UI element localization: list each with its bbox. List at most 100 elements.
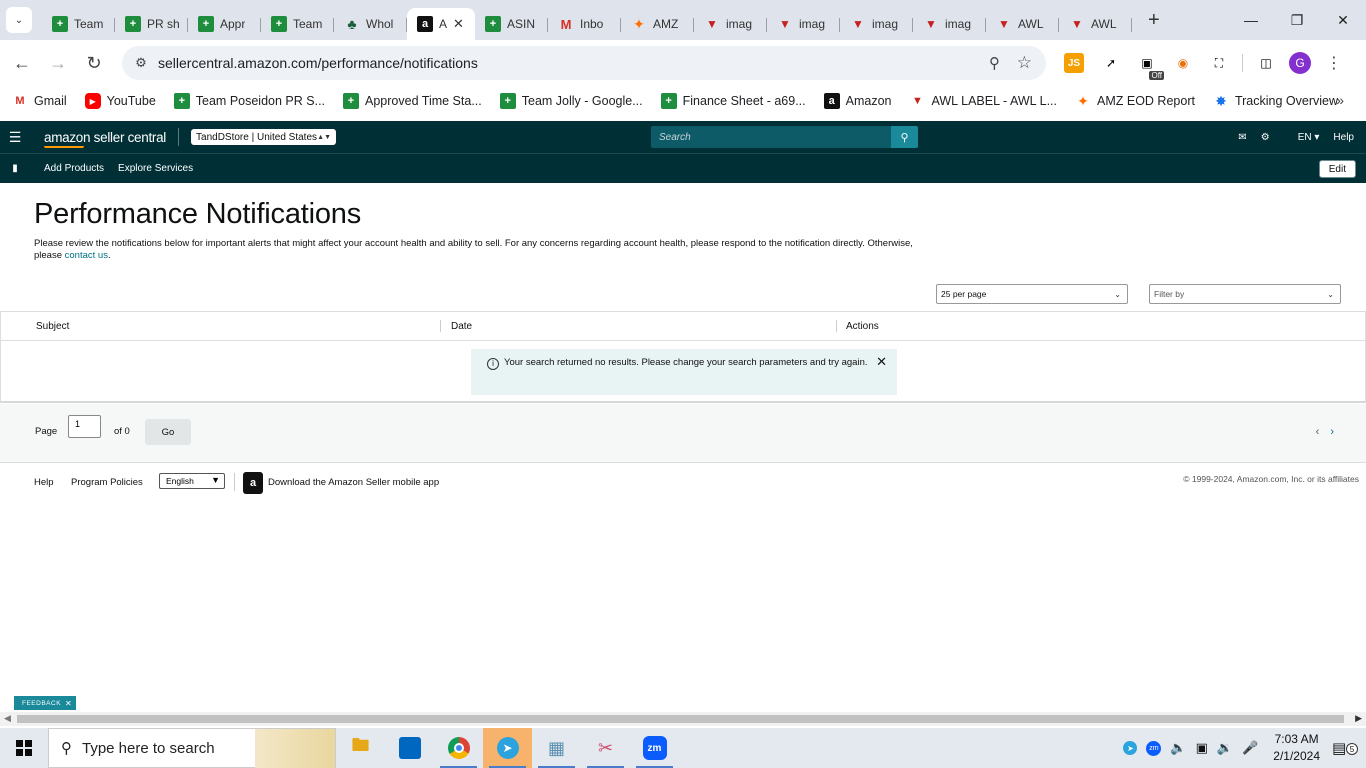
zoom-button[interactable]: zm (630, 728, 679, 768)
bookmark-item[interactable]: ✸ Tracking Overview (1213, 93, 1338, 109)
hamburger-menu-icon[interactable]: ☰ (0, 129, 30, 146)
browser-tab[interactable]: ▼ imag (913, 8, 986, 40)
reload-button[interactable]: ↻ (76, 45, 112, 81)
site-settings-icon[interactable]: ⚙ (126, 55, 156, 71)
browser-tab[interactable]: ▼ imag (694, 8, 767, 40)
search-button[interactable]: ⚲ (891, 126, 918, 148)
tab-search-button[interactable]: ⌄ (6, 7, 32, 33)
program-policies-link[interactable]: Program Policies (71, 477, 143, 488)
omnibox[interactable]: ⚙ sellercentral.amazon.com/performance/n… (122, 46, 1046, 80)
minimize-button[interactable]: — (1228, 0, 1274, 40)
forward-button[interactable]: → (40, 45, 76, 81)
subnav-explore-services[interactable]: Explore Services (118, 163, 193, 174)
scroll-left-icon[interactable]: ◀ (4, 713, 11, 724)
column-subject[interactable]: Subject (36, 321, 69, 332)
more-bookmarks-icon[interactable]: » (1336, 92, 1344, 108)
mail-icon[interactable]: ✉ (1238, 132, 1246, 143)
amazon-app-icon[interactable]: a (243, 472, 263, 494)
bookmark-item[interactable]: ▼ AWL LABEL - AWL L... (910, 93, 1057, 109)
close-window-button[interactable]: ✕ (1320, 0, 1366, 40)
back-button[interactable]: ← (4, 45, 40, 81)
scrollbar-thumb[interactable] (17, 715, 1344, 723)
bookmark-item[interactable]: + Team Jolly - Google... (499, 93, 643, 109)
help-link[interactable]: Help (1333, 132, 1354, 143)
notification-center-button[interactable]: ▤ 5 (1332, 739, 1366, 757)
browser-tab[interactable]: + Team (261, 8, 334, 40)
zoom-icon[interactable]: ⚲ (989, 54, 1000, 72)
browser-tab[interactable]: ▼ imag (767, 8, 840, 40)
telegram-tray-icon[interactable]: ➤ (1123, 741, 1138, 755)
taskbar-search-box[interactable]: ⚲ Type here to search (48, 728, 336, 768)
snipping-tool-button[interactable]: ✂ (581, 728, 630, 768)
extensions-puzzle-icon[interactable]: ⛶ (1206, 50, 1232, 76)
notes-app-button[interactable]: ▦ (532, 728, 581, 768)
network-icon[interactable]: ▣ (1196, 740, 1208, 756)
seller-central-logo[interactable]: amazon seller central (44, 130, 166, 148)
js-extension-icon[interactable]: JS (1064, 53, 1084, 73)
browser-tab[interactable]: + ASIN (475, 8, 548, 40)
subnav-add-products[interactable]: Add Products (44, 163, 104, 174)
edit-button[interactable]: Edit (1318, 160, 1356, 178)
footer-language-select[interactable]: English ▼ (159, 473, 225, 489)
bookmark-item[interactable]: M Gmail (12, 93, 66, 109)
language-selector[interactable]: EN ▾ (1284, 132, 1320, 143)
chrome-button[interactable] (434, 728, 483, 768)
cursor-extension-icon[interactable]: ➚ (1098, 50, 1124, 76)
microphone-icon[interactable]: 🎤 (1242, 740, 1258, 756)
zoom-tray-icon[interactable]: zm (1146, 740, 1162, 756)
side-panel-icon[interactable]: ◫ (1253, 50, 1279, 76)
profile-avatar[interactable]: G (1289, 52, 1311, 74)
feedback-label: FEEDBACK (22, 699, 62, 707)
close-tab-icon[interactable]: ✕ (453, 16, 464, 32)
chrome-menu-icon[interactable]: ⋮ (1321, 50, 1347, 76)
browser-tab[interactable]: ▼ imag (840, 8, 913, 40)
close-icon[interactable]: ✕ (876, 355, 887, 395)
next-page-icon[interactable]: › (1330, 426, 1334, 438)
horizontal-scrollbar[interactable]: ◀ ▶ (0, 712, 1366, 726)
browser-tab[interactable]: + Appr (188, 8, 261, 40)
close-icon[interactable]: ✕ (65, 699, 72, 708)
gear-icon[interactable]: ⚙ (1261, 132, 1270, 143)
browser-tab[interactable]: + Team (42, 8, 115, 40)
browser-tab[interactable]: M Inbo (548, 8, 621, 40)
download-app-link[interactable]: Download the Amazon Seller mobile app (268, 477, 439, 488)
browser-tab[interactable]: ▼ AWL (986, 8, 1059, 40)
previous-page-icon[interactable]: ‹ (1316, 426, 1320, 438)
bookmark-item[interactable]: + Finance Sheet - a69... (660, 93, 806, 109)
column-date[interactable]: Date (451, 321, 472, 332)
bookmark-item[interactable]: a Amazon (823, 93, 892, 109)
page-number-input[interactable]: 1 (68, 415, 101, 438)
bookmark-item[interactable]: + Approved Time Sta... (343, 93, 482, 109)
scroll-right-icon[interactable]: ▶ (1355, 713, 1362, 724)
new-tab-button[interactable]: + (1148, 9, 1160, 32)
browser-tab[interactable]: ♣ Whol (334, 8, 407, 40)
start-button[interactable] (0, 728, 48, 768)
tab-active[interactable]: a A ✕ (407, 8, 475, 40)
speaker-muted-icon[interactable]: 🔈 (1170, 740, 1186, 756)
seller-search-input[interactable]: Search (651, 126, 891, 148)
per-page-select[interactable]: 25 per page ⌄ (936, 284, 1128, 304)
restore-button[interactable]: ❐ (1274, 0, 1320, 40)
file-explorer-button[interactable]: 🖿 (336, 728, 385, 768)
bookmark-star-icon[interactable]: ☆ (1017, 53, 1032, 73)
browser-tab[interactable]: ✦ AMZ (621, 8, 694, 40)
off-extension-icon[interactable]: ▣ Off (1134, 50, 1164, 80)
volume-icon[interactable]: 🔉 (1217, 740, 1233, 756)
store-selector[interactable]: TandDStore | United States ▲▼ (191, 129, 337, 145)
firefox-style-extension-icon[interactable]: ◉ (1170, 50, 1196, 76)
bookmark-icon[interactable]: ▮ (0, 163, 30, 174)
telegram-button[interactable]: ➤ (483, 728, 532, 768)
bookmark-item[interactable]: + Team Poseidon PR S... (173, 93, 325, 109)
store-button[interactable] (385, 728, 434, 768)
bookmark-item[interactable]: ▶ YouTube (84, 93, 156, 109)
bookmark-item[interactable]: ✦ AMZ EOD Report (1075, 93, 1195, 109)
contact-us-link[interactable]: contact us (65, 250, 108, 261)
footer-help-link[interactable]: Help (34, 477, 54, 488)
feedback-button[interactable]: FEEDBACK ✕ (14, 696, 77, 710)
browser-tab[interactable]: + PR sh (115, 8, 188, 40)
browser-tab[interactable]: ▼ AWL (1059, 8, 1132, 40)
taskbar-clock[interactable]: 7:03 AM 2/1/2024 (1273, 731, 1320, 765)
filter-by-select[interactable]: Filter by ⌄ (1149, 284, 1341, 304)
go-button[interactable]: Go (145, 419, 191, 445)
url-text[interactable]: sellercentral.amazon.com/performance/not… (158, 55, 478, 71)
